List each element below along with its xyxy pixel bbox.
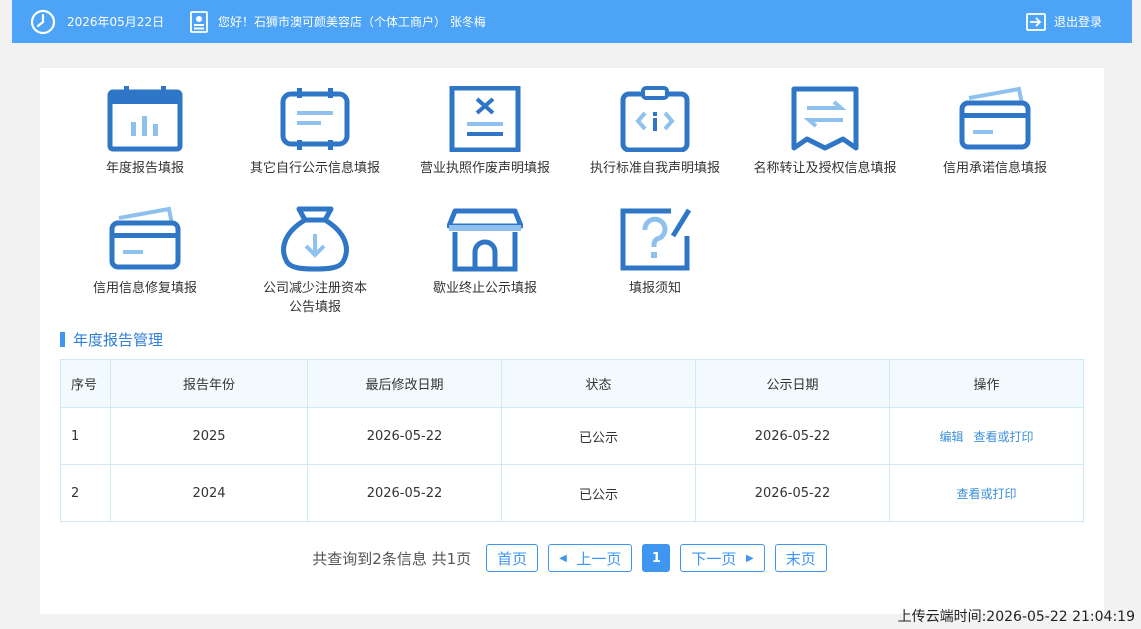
cell-published: 2026-05-22 <box>695 464 890 522</box>
prev-page-button[interactable]: ◀ 上一页 <box>548 544 633 572</box>
col-header-actions: 操作 <box>889 359 1084 408</box>
edit-link[interactable]: 编辑 <box>939 430 963 444</box>
tile-filing-notice[interactable]: 填报须知 <box>570 206 740 298</box>
main-panel: 年度报告填报 其它自行公示信息填报 营业执照作废声明填报 执行标准自我声明填报 … <box>40 68 1104 614</box>
col-header-index: 序号 <box>60 359 111 408</box>
cell-modified: 2026-05-22 <box>307 407 502 465</box>
cell-year: 2025 <box>110 407 308 465</box>
logout-label: 退出登录 <box>1053 15 1102 29</box>
triangle-left-icon: ◀ <box>559 552 567 564</box>
table-header-row: 序号 报告年份 最后修改日期 状态 公示日期 操作 <box>60 359 1084 408</box>
annual-report-table: 序号 报告年份 最后修改日期 状态 公示日期 操作 1 2025 2026-05… <box>60 359 1084 522</box>
tile-label: 名称转让及授权信息填报 <box>753 161 897 176</box>
tile-label: 其它自行公示信息填报 <box>249 161 380 176</box>
clipboard-code-icon <box>620 86 690 152</box>
tile-label: 填报须知 <box>628 281 681 296</box>
greeting: 您好！石狮市澳可颜美容店（个体工商户） 张冬梅 <box>190 0 486 43</box>
tile-label: 年度报告填报 <box>105 161 184 176</box>
tile-capital-reduction[interactable]: 公司减少注册资本 公告填报 <box>230 206 400 317</box>
col-header-status: 状态 <box>501 359 696 408</box>
prev-page-label: 上一页 <box>576 549 622 568</box>
tile-label: 信用承诺信息填报 <box>942 161 1047 176</box>
date-display: 2026年05月22日 <box>30 0 164 43</box>
credit-card-repair-icon <box>109 206 181 270</box>
cell-year: 2024 <box>110 464 308 522</box>
tile-standard-declaration[interactable]: 执行标准自我声明填报 <box>570 86 740 178</box>
user-card-icon <box>190 10 208 33</box>
col-header-year: 报告年份 <box>110 359 308 408</box>
section-title-text: 年度报告管理 <box>73 330 164 349</box>
clock-icon <box>30 9 56 34</box>
message-board-icon <box>280 88 350 150</box>
cell-modified: 2026-05-22 <box>307 464 502 522</box>
table-row: 2 2024 2026-05-22 已公示 2026-05-22 查看或打印 <box>60 464 1084 522</box>
current-page-button[interactable]: 1 <box>642 544 671 572</box>
transfer-receipt-icon <box>791 86 859 151</box>
tile-label: 公司减少注册资本 公告填报 <box>262 281 367 315</box>
cell-actions: 编辑 查看或打印 <box>889 407 1084 465</box>
greeting-text: 您好！石狮市澳可颜美容店（个体工商户） 张冬梅 <box>218 15 486 29</box>
first-page-button[interactable]: 首页 <box>486 544 539 572</box>
view-print-link[interactable]: 查看或打印 <box>956 487 1016 501</box>
credit-card-icon <box>959 86 1031 150</box>
tile-license-void[interactable]: 营业执照作废声明填报 <box>400 86 570 178</box>
tile-credit-commitment[interactable]: 信用承诺信息填报 <box>910 86 1080 178</box>
upload-timestamp: 上传云端时间:2026-05-22 21:04:19 <box>897 609 1135 625</box>
tile-business-closure[interactable]: 歇业终止公示填报 <box>400 206 570 298</box>
next-page-label: 下一页 <box>691 549 737 568</box>
cell-actions: 查看或打印 <box>889 464 1084 522</box>
tile-label: 执行标准自我声明填报 <box>589 161 720 176</box>
tile-label: 信用信息修复填报 <box>92 281 197 296</box>
cell-status: 已公示 <box>501 464 696 522</box>
pagination-info: 共查询到2条信息 共1页 <box>312 549 472 568</box>
col-header-published: 公示日期 <box>695 359 890 408</box>
last-page-button[interactable]: 末页 <box>774 544 827 572</box>
logout-icon <box>1026 12 1046 31</box>
tile-label: 营业执照作废声明填报 <box>419 161 550 176</box>
tile-name-transfer[interactable]: 名称转让及授权信息填报 <box>740 86 910 178</box>
top-bar: 2026年05月22日 您好！石狮市澳可颜美容店（个体工商户） 张冬梅 退出登录 <box>12 0 1132 43</box>
date-text: 2026年05月22日 <box>67 15 165 29</box>
cell-index: 2 <box>60 464 111 522</box>
section-marker <box>60 331 65 347</box>
pagination: 共查询到2条信息 共1页 首页 ◀ 上一页 1 下一页 ▶ 末页 <box>40 544 1104 572</box>
next-page-button[interactable]: 下一页 ▶ <box>680 544 765 572</box>
void-document-icon <box>449 86 521 152</box>
col-header-modified: 最后修改日期 <box>307 359 502 408</box>
tile-label: 歇业终止公示填报 <box>432 281 537 296</box>
triangle-right-icon: ▶ <box>745 552 754 564</box>
cell-status: 已公示 <box>501 407 696 465</box>
logout-button[interactable]: 退出登录 <box>1026 0 1102 43</box>
table-row: 1 2025 2026-05-22 已公示 2026-05-22 编辑 查看或打印 <box>60 407 1084 465</box>
storefront-icon <box>447 208 523 272</box>
section-title: 年度报告管理 <box>60 330 164 349</box>
tile-annual-report[interactable]: 年度报告填报 <box>60 86 230 178</box>
question-note-icon <box>620 208 692 271</box>
money-bag-down-icon <box>281 206 349 272</box>
tile-credit-repair[interactable]: 信用信息修复填报 <box>60 206 230 298</box>
view-print-link[interactable]: 查看或打印 <box>974 430 1034 444</box>
cell-published: 2026-05-22 <box>695 407 890 465</box>
tile-other-disclosure[interactable]: 其它自行公示信息填报 <box>230 86 400 178</box>
calendar-chart-icon <box>107 86 183 152</box>
cell-index: 1 <box>60 407 111 465</box>
